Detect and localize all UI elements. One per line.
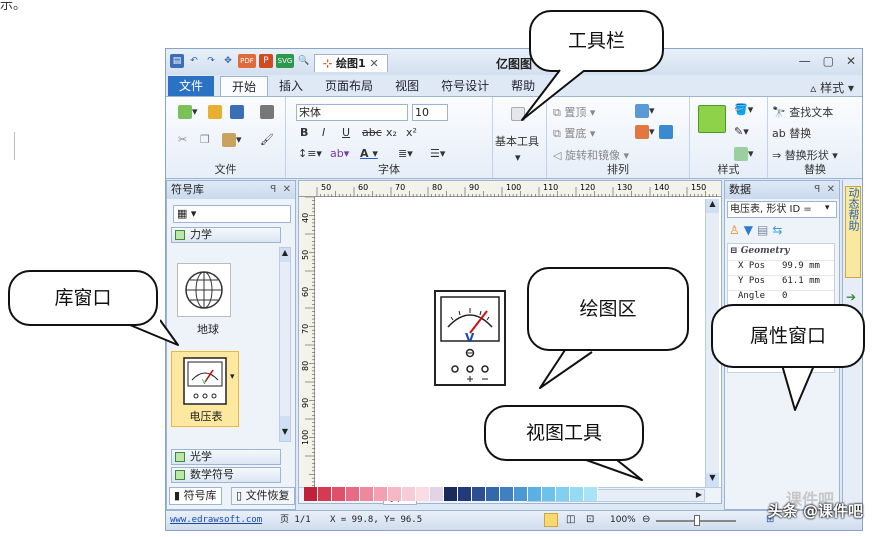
callout-property-window: 属性窗口 (711, 304, 865, 368)
callout-view-tools: 视图工具 (484, 405, 644, 461)
watermark: 头条 @课件吧 (767, 502, 863, 520)
callout-pointers (120, 60, 819, 481)
callout-library-window: 库窗口 (8, 270, 158, 326)
callout-drawing-area: 绘图区 (527, 267, 689, 351)
